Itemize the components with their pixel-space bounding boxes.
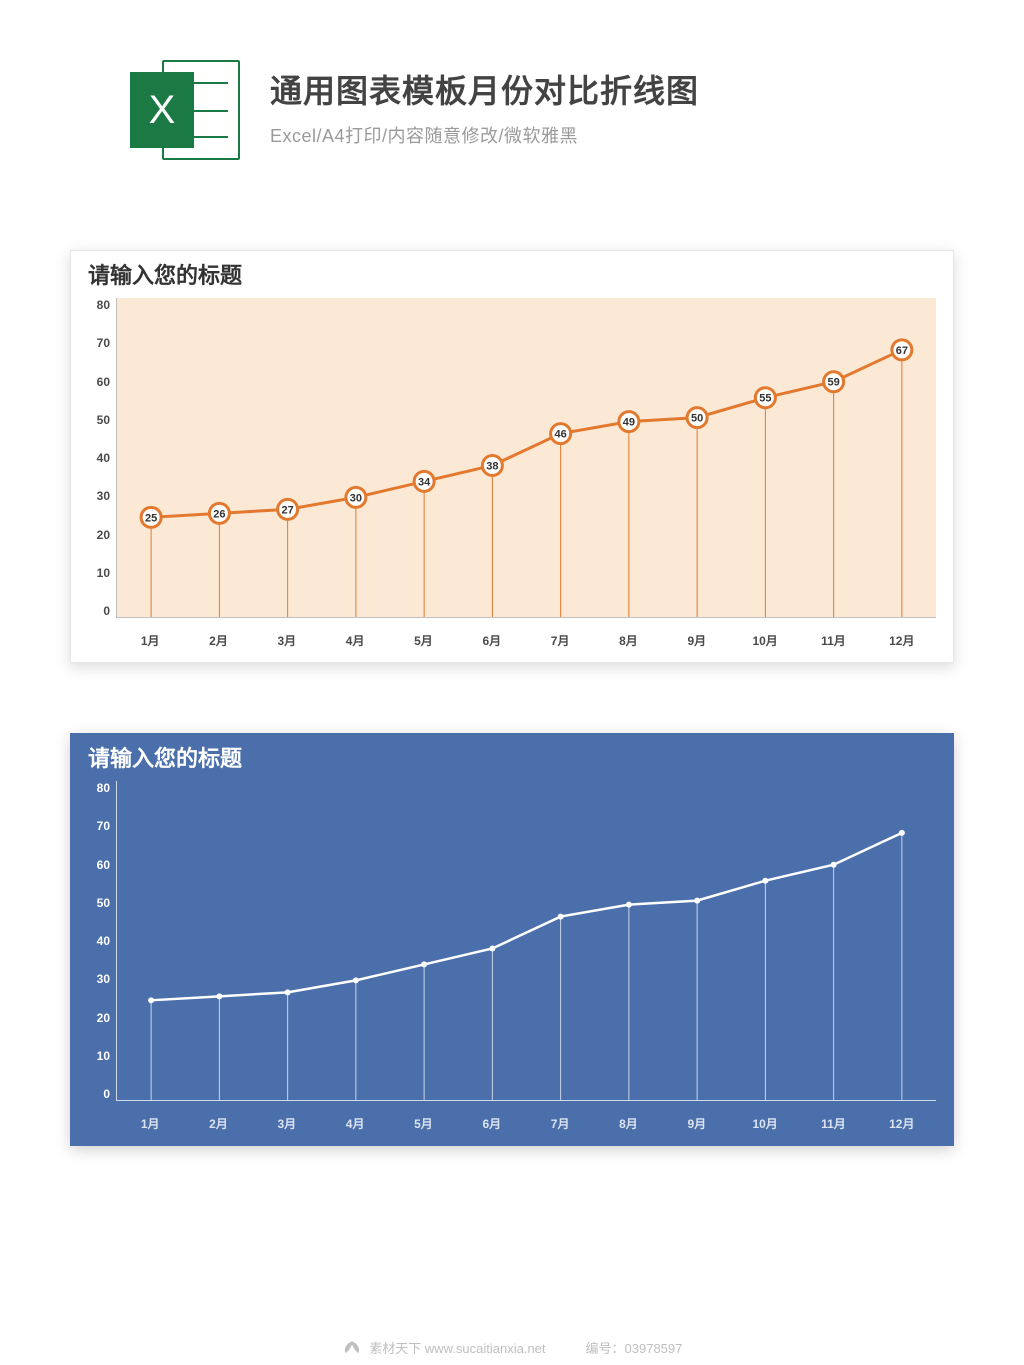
x-tick: 10月	[731, 1115, 799, 1132]
header: X 通用图表模板月份对比折线图 Excel/A4打印/内容随意修改/微软雅黑	[70, 60, 954, 160]
y-tick: 70	[97, 336, 110, 350]
y-tick: 0	[103, 604, 110, 618]
chart-title: 请输入您的标题	[70, 250, 954, 290]
y-tick: 70	[97, 819, 110, 833]
x-tick: 4月	[321, 1115, 389, 1132]
footer-site-text: 素材天下 www.sucaitianxia.net	[369, 1341, 545, 1356]
data-label: 55	[759, 393, 771, 405]
y-tick: 20	[97, 1011, 110, 1025]
y-tick: 60	[97, 858, 110, 872]
x-tick: 5月	[389, 1115, 457, 1132]
chart-card-light: 请输入您的标题 80 70 60 50 40 30 20 10 0 25 26 27 30 34 38 46…	[70, 250, 954, 663]
plot-wrap: 80 70 60 50 40 30 20 10 0 25 26 27 30 34 38 46 49 50 55 59…	[70, 290, 954, 626]
y-tick: 40	[97, 934, 110, 948]
y-tick: 30	[97, 972, 110, 986]
header-text: 通用图表模板月份对比折线图 Excel/A4打印/内容随意修改/微软雅黑	[270, 60, 699, 148]
x-tick: 12月	[868, 632, 936, 649]
data-marker	[148, 997, 154, 1003]
page-subtitle: Excel/A4打印/内容随意修改/微软雅黑	[270, 122, 699, 148]
x-tick: 8月	[594, 632, 662, 649]
data-marker	[489, 945, 495, 951]
series-line	[151, 833, 902, 1000]
x-tick: 4月	[321, 632, 389, 649]
x-tick: 5月	[389, 632, 457, 649]
y-tick: 10	[97, 1049, 110, 1063]
x-tick: 6月	[458, 1115, 526, 1132]
x-tick: 1月	[116, 632, 184, 649]
y-axis: 80 70 60 50 40 30 20 10 0	[82, 781, 116, 1101]
plot-wrap: 80 70 60 50 40 30 20 10 0	[70, 773, 954, 1109]
x-tick: 7月	[526, 632, 594, 649]
data-label: 26	[213, 508, 225, 520]
y-tick: 80	[97, 781, 110, 795]
page-title: 通用图表模板月份对比折线图	[270, 66, 699, 112]
data-marker	[762, 878, 768, 884]
data-marker	[285, 989, 291, 995]
y-tick: 60	[97, 375, 110, 389]
data-label: 38	[486, 460, 498, 472]
x-tick: 9月	[663, 1115, 731, 1132]
plot-area	[116, 781, 936, 1101]
data-marker	[216, 993, 222, 999]
data-label: 50	[691, 413, 703, 425]
y-tick: 50	[97, 413, 110, 427]
data-label: 59	[828, 377, 840, 389]
data-label: 25	[145, 512, 157, 524]
data-label: 49	[623, 417, 635, 429]
footer-id-value: 03978597	[625, 1341, 683, 1356]
x-tick: 7月	[526, 1115, 594, 1132]
data-label: 27	[282, 504, 294, 516]
data-marker	[694, 898, 700, 904]
y-tick: 30	[97, 489, 110, 503]
x-tick: 12月	[868, 1115, 936, 1132]
x-tick: 1月	[116, 1115, 184, 1132]
y-tick: 40	[97, 451, 110, 465]
line-chart-svg	[117, 781, 936, 1100]
data-marker	[421, 961, 427, 967]
footer-id: 编号：03978597	[586, 1338, 683, 1357]
x-tick: 11月	[799, 632, 867, 649]
series-line	[151, 350, 902, 517]
excel-icon-tab: X	[130, 72, 194, 148]
plot-area: 25 26 27 30 34 38 46 49 50 55 59 67	[116, 298, 936, 618]
data-marker	[899, 830, 905, 836]
x-tick: 6月	[458, 632, 526, 649]
y-tick: 50	[97, 896, 110, 910]
footer-site: 素材天下 www.sucaitianxia.net	[342, 1338, 546, 1357]
footer: 素材天下 www.sucaitianxia.net 编号：03978597	[0, 1338, 1024, 1357]
leaf-icon	[342, 1339, 362, 1357]
data-label: 30	[350, 492, 362, 504]
line-chart-svg: 25 26 27 30 34 38 46 49 50 55 59 67	[117, 298, 936, 617]
data-marker	[353, 977, 359, 983]
x-tick: 2月	[184, 1115, 252, 1132]
y-tick: 20	[97, 528, 110, 542]
y-tick: 80	[97, 298, 110, 312]
x-axis: 1月2月3月4月5月6月7月8月9月10月11月12月	[70, 626, 954, 663]
y-tick: 10	[97, 566, 110, 580]
y-axis: 80 70 60 50 40 30 20 10 0	[82, 298, 116, 618]
data-marker	[558, 914, 564, 920]
data-label: 67	[896, 345, 908, 357]
data-label: 46	[555, 429, 567, 441]
x-tick: 3月	[253, 1115, 321, 1132]
data-label: 34	[418, 476, 431, 488]
y-tick: 0	[103, 1087, 110, 1101]
x-tick: 11月	[799, 1115, 867, 1132]
chart-title: 请输入您的标题	[70, 733, 954, 773]
footer-id-label: 编号：	[586, 1341, 625, 1356]
x-tick: 10月	[731, 632, 799, 649]
x-tick: 9月	[663, 632, 731, 649]
x-tick: 2月	[184, 632, 252, 649]
data-marker	[831, 862, 837, 868]
x-axis: 1月2月3月4月5月6月7月8月9月10月11月12月	[70, 1109, 954, 1146]
excel-icon: X	[130, 60, 240, 160]
x-tick: 8月	[594, 1115, 662, 1132]
x-tick: 3月	[253, 632, 321, 649]
data-marker	[626, 902, 632, 908]
chart-card-blue: 请输入您的标题 80 70 60 50 40 30 20 10 0 1月2月3月4月5月6月7月…	[70, 733, 954, 1146]
page: X 通用图表模板月份对比折线图 Excel/A4打印/内容随意修改/微软雅黑 请…	[0, 0, 1024, 1365]
